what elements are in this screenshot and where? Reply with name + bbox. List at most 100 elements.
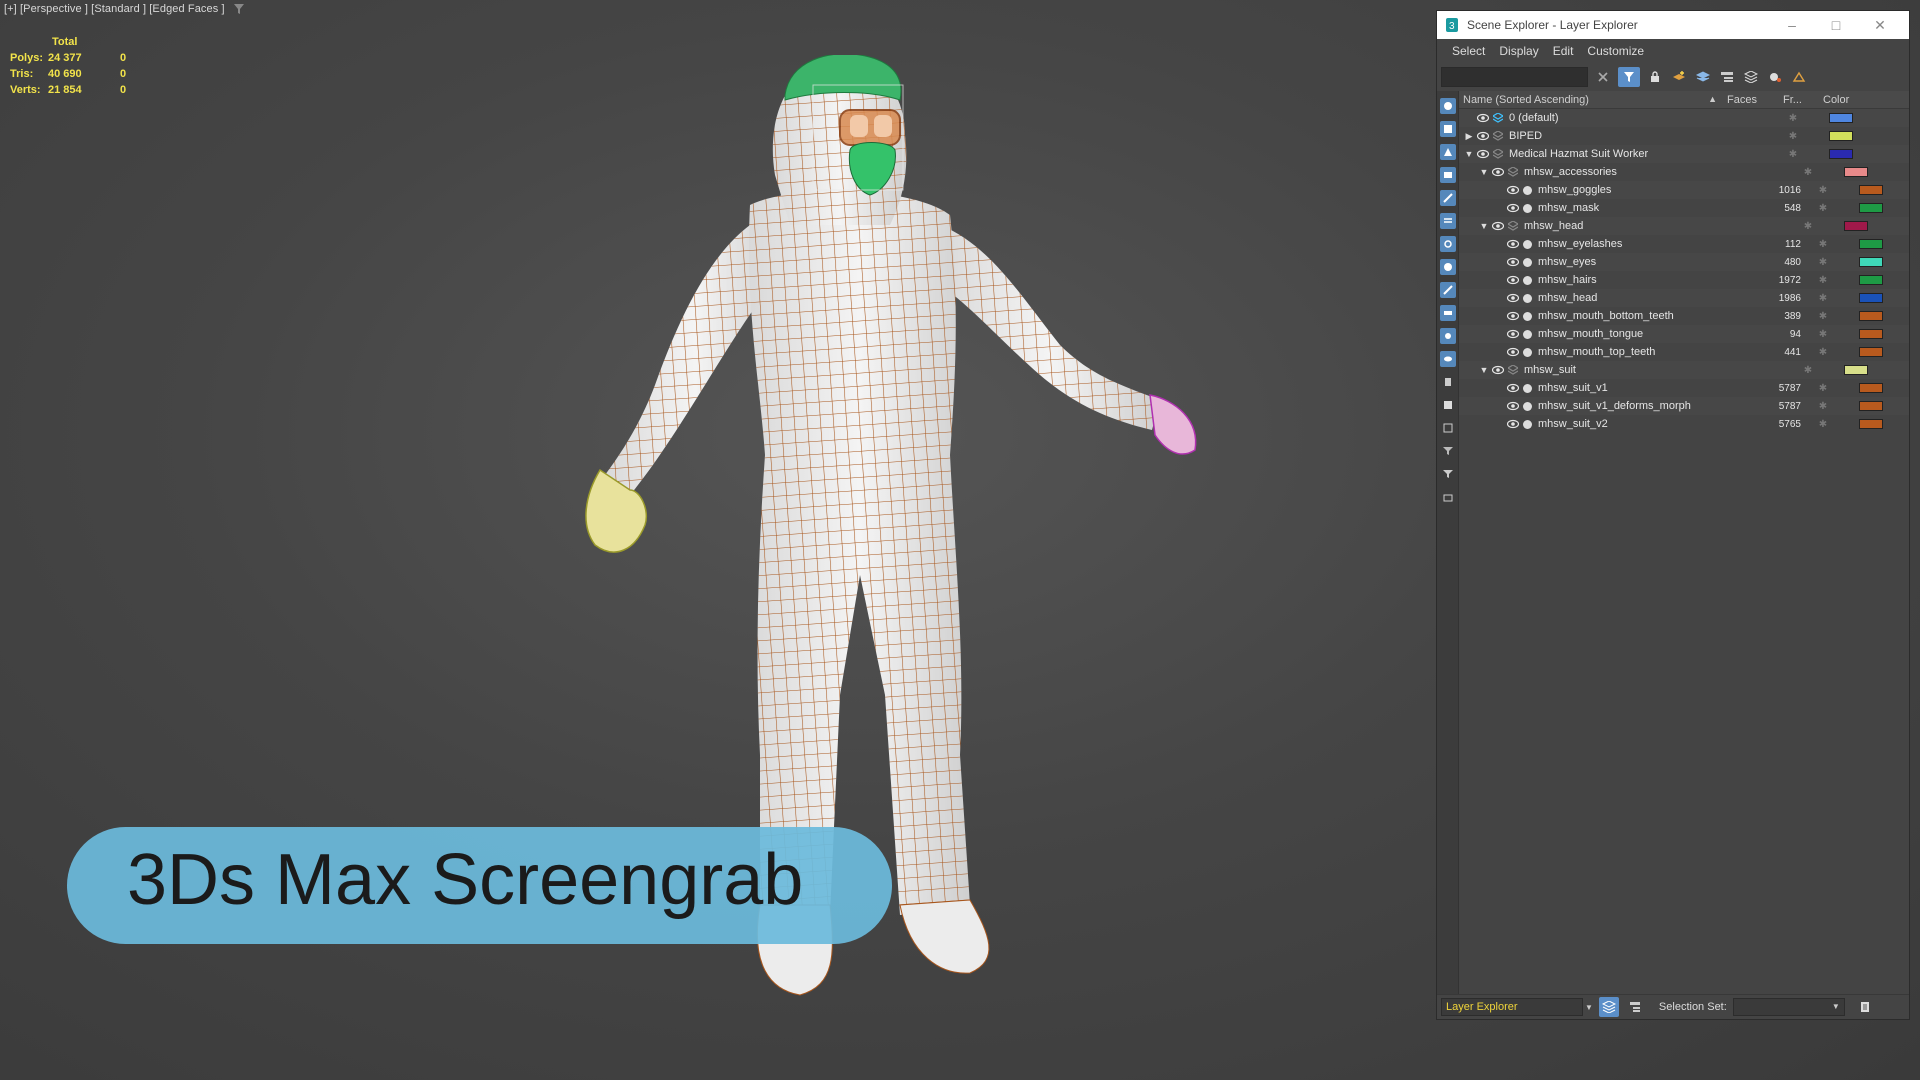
row-name-cell[interactable]: 0 (default) <box>1459 109 1723 127</box>
row-color-cell[interactable] <box>1841 401 1901 411</box>
display-all-icon[interactable] <box>1440 98 1456 114</box>
highlight-icon[interactable] <box>1766 67 1784 87</box>
freeze-snowflake-icon[interactable]: ✱ <box>1805 293 1841 304</box>
row-name-cell[interactable]: ▼ mhsw_suit <box>1459 361 1738 379</box>
display-helpers-icon[interactable] <box>1440 213 1456 229</box>
layer-mode-icon[interactable] <box>1598 997 1619 1017</box>
visibility-eye-icon[interactable] <box>1477 113 1489 123</box>
visibility-eye-icon[interactable] <box>1492 221 1504 231</box>
display-hidden-icon[interactable] <box>1440 351 1456 367</box>
visibility-eye-icon[interactable] <box>1507 239 1519 249</box>
object-render-dot-icon[interactable] <box>1523 347 1532 357</box>
perspective-viewport[interactable]: [+] [Perspective ] [Standard ] [Edged Fa… <box>0 0 1436 1080</box>
menu-customize[interactable]: Customize <box>1580 44 1651 58</box>
collapse-arrow-icon[interactable]: ▼ <box>1478 221 1490 231</box>
table-row[interactable]: mhsw_mouth_top_teeth 441 ✱ <box>1459 343 1909 361</box>
row-name-cell[interactable]: ▶ BIPED <box>1459 127 1723 145</box>
freeze-snowflake-icon[interactable]: ✱ <box>1805 329 1841 340</box>
color-swatch[interactable] <box>1859 419 1883 429</box>
freeze-snowflake-icon[interactable]: ✱ <box>1805 347 1841 358</box>
column-frozen[interactable]: Fr... <box>1779 94 1819 106</box>
row-name-cell[interactable]: mhsw_suit_v1 <box>1459 379 1753 397</box>
row-color-cell[interactable] <box>1841 185 1901 195</box>
display-lights-icon[interactable] <box>1440 167 1456 183</box>
table-row[interactable]: ▶ BIPED ✱ <box>1459 127 1909 145</box>
row-color-cell[interactable] <box>1826 221 1886 231</box>
visibility-eye-icon[interactable] <box>1492 365 1504 375</box>
color-swatch[interactable] <box>1859 203 1883 213</box>
visibility-eye-icon[interactable] <box>1507 419 1519 429</box>
row-color-cell[interactable] <box>1811 131 1871 141</box>
color-swatch[interactable] <box>1844 167 1868 177</box>
collapse-arrow-icon[interactable]: ▼ <box>1463 149 1475 159</box>
object-render-dot-icon[interactable] <box>1523 203 1532 213</box>
row-name-cell[interactable]: ▼ Medical Hazmat Suit Worker <box>1459 145 1723 163</box>
row-color-cell[interactable] <box>1841 311 1901 321</box>
display-cameras-icon[interactable] <box>1440 190 1456 206</box>
hierarchy-icon[interactable] <box>1718 67 1736 87</box>
freeze-snowflake-icon[interactable]: ✱ <box>1790 167 1826 178</box>
collapse-arrow-icon[interactable]: ▼ <box>1478 167 1490 177</box>
row-name-cell[interactable]: mhsw_head <box>1459 289 1753 307</box>
collapse-arrow-icon[interactable]: ▼ <box>1478 365 1490 375</box>
object-render-dot-icon[interactable] <box>1523 419 1532 429</box>
clear-search-icon[interactable] <box>1594 67 1612 87</box>
color-swatch[interactable] <box>1844 365 1868 375</box>
visibility-eye-icon[interactable] <box>1507 185 1519 195</box>
color-swatch[interactable] <box>1859 311 1883 321</box>
row-color-cell[interactable] <box>1841 419 1901 429</box>
freeze-snowflake-icon[interactable]: ✱ <box>1775 131 1811 142</box>
freeze-snowflake-icon[interactable]: ✱ <box>1805 239 1841 250</box>
color-swatch[interactable] <box>1859 293 1883 303</box>
freeze-snowflake-icon[interactable]: ✱ <box>1775 113 1811 124</box>
row-name-cell[interactable]: mhsw_mouth_top_teeth <box>1459 343 1753 361</box>
color-swatch[interactable] <box>1859 383 1883 393</box>
table-row[interactable]: ▼ mhsw_head ✱ <box>1459 217 1909 235</box>
object-render-dot-icon[interactable] <box>1523 311 1532 321</box>
row-name-cell[interactable]: ▼ mhsw_head <box>1459 217 1738 235</box>
row-color-cell[interactable] <box>1841 383 1901 393</box>
row-name-cell[interactable]: mhsw_goggles <box>1459 181 1753 199</box>
row-color-cell[interactable] <box>1811 113 1871 123</box>
sync-icon[interactable] <box>1790 67 1808 87</box>
selection-folder-icon[interactable] <box>1440 489 1456 505</box>
window-titlebar[interactable]: 3 Scene Explorer - Layer Explorer – □ ✕ <box>1437 11 1909 39</box>
table-row[interactable]: mhsw_head 1986 ✱ <box>1459 289 1909 307</box>
filter-funnel-a-icon[interactable] <box>1440 443 1456 459</box>
visibility-eye-icon[interactable] <box>1507 347 1519 357</box>
row-name-cell[interactable]: mhsw_mouth_bottom_teeth <box>1459 307 1753 325</box>
row-name-cell[interactable]: ▼ mhsw_accessories <box>1459 163 1738 181</box>
column-faces[interactable]: Faces <box>1723 94 1779 106</box>
close-icon[interactable]: ✕ <box>1857 11 1903 39</box>
display-shapes-icon[interactable] <box>1440 144 1456 160</box>
row-color-cell[interactable] <box>1826 167 1886 177</box>
row-color-cell[interactable] <box>1841 347 1901 357</box>
color-swatch[interactable] <box>1859 347 1883 357</box>
filter-funnel-b-icon[interactable] <box>1440 466 1456 482</box>
object-render-dot-icon[interactable] <box>1523 401 1532 411</box>
table-row[interactable]: mhsw_goggles 1016 ✱ <box>1459 181 1909 199</box>
layers-icon[interactable] <box>1694 67 1712 87</box>
row-name-cell[interactable]: mhsw_eyelashes <box>1459 235 1753 253</box>
freeze-snowflake-icon[interactable]: ✱ <box>1775 149 1811 160</box>
lock-icon[interactable] <box>1646 67 1664 87</box>
freeze-snowflake-icon[interactable]: ✱ <box>1790 365 1826 376</box>
color-swatch[interactable] <box>1859 257 1883 267</box>
row-name-cell[interactable]: mhsw_suit_v2 <box>1459 415 1753 433</box>
menu-display[interactable]: Display <box>1492 44 1545 58</box>
display-spacewarps-icon[interactable] <box>1440 236 1456 252</box>
row-name-cell[interactable]: mhsw_mask <box>1459 199 1753 217</box>
freeze-snowflake-icon[interactable]: ✱ <box>1805 311 1841 322</box>
search-input[interactable] <box>1441 67 1588 87</box>
table-row[interactable]: mhsw_mouth_bottom_teeth 389 ✱ <box>1459 307 1909 325</box>
visibility-eye-icon[interactable] <box>1507 383 1519 393</box>
table-row[interactable]: mhsw_eyelashes 112 ✱ <box>1459 235 1909 253</box>
row-color-cell[interactable] <box>1841 329 1901 339</box>
table-row[interactable]: mhsw_suit_v1 5787 ✱ <box>1459 379 1909 397</box>
object-render-dot-icon[interactable] <box>1523 239 1532 249</box>
menu-edit[interactable]: Edit <box>1546 44 1581 58</box>
row-name-cell[interactable]: mhsw_hairs <box>1459 271 1753 289</box>
filter-icon[interactable] <box>233 3 245 15</box>
layer-table[interactable]: Name (Sorted Ascending) ▲ Faces Fr... Co… <box>1459 91 1909 996</box>
object-render-dot-icon[interactable] <box>1523 257 1532 267</box>
